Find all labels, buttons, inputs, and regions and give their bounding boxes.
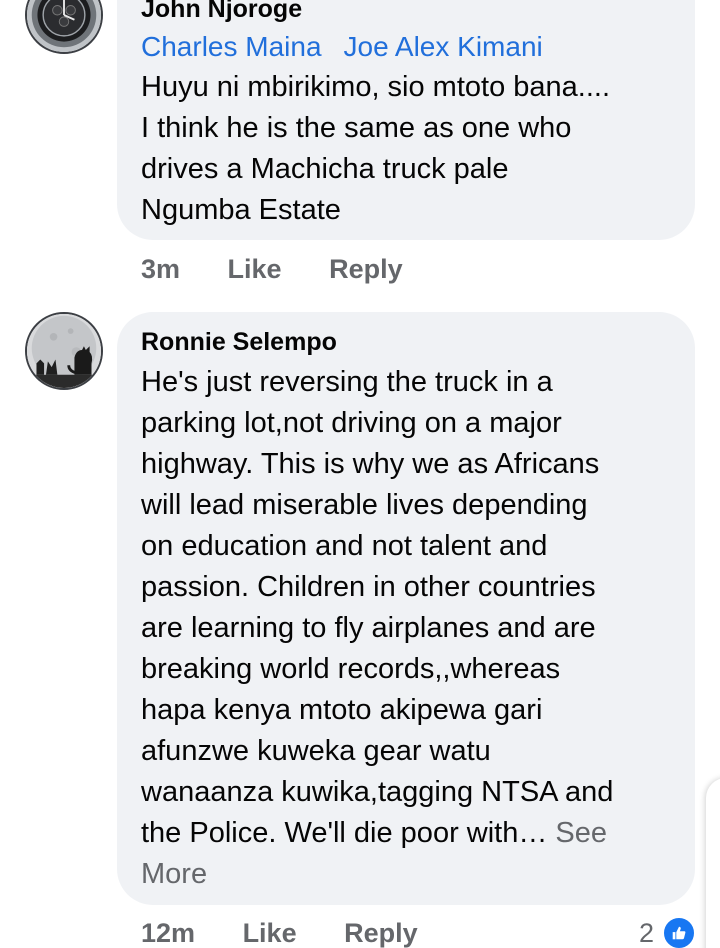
comment-text-line: parking lot,not driving on a major [141, 407, 562, 439]
comment-text-line: He's just reversing the truck in a [141, 366, 553, 398]
comment-timestamp[interactable]: 3m [141, 254, 180, 285]
comment-author[interactable]: John Njoroge [141, 0, 302, 24]
comment-text-line: Ngumba Estate [141, 194, 341, 226]
comment-text-line: will lead miserable lives depending [141, 489, 588, 521]
reaction-summary[interactable]: 2 [639, 916, 696, 948]
comment-text-line: highway. This is why we as Africans [141, 448, 600, 480]
floating-panel-edge [706, 778, 720, 948]
comment-thread: John Njoroge Charles Maina Joe Alex Kiman… [0, 0, 720, 948]
comment-text-line: wanaanza kuwika,tagging NTSA and [141, 776, 614, 808]
comment-text-line-last: the Police. We'll die poor with… See [141, 813, 686, 854]
comment-actions: 12m Like Reply [141, 918, 418, 948]
comment-text-line: afunzwe kuweka gear watu [141, 735, 491, 767]
see-more-link[interactable]: See [555, 817, 607, 849]
like-button[interactable]: Like [243, 918, 297, 948]
comment-text-line: Huyu ni mbirikimo, sio mtoto bana.... [141, 71, 611, 103]
comment-bubble: Ronnie Selempo He's just reversing the t… [117, 312, 695, 905]
see-more-link-continued[interactable]: More [141, 854, 686, 895]
comment-tags-line: Charles Maina Joe Alex Kimani [141, 26, 686, 67]
like-thumb-icon [662, 916, 696, 948]
comment-author[interactable]: Ronnie Selempo [141, 327, 337, 357]
reaction-count: 2 [638, 917, 654, 948]
reply-button[interactable]: Reply [344, 918, 418, 948]
comment-actions: 3m Like Reply [141, 254, 403, 285]
comment-text-line: on education and not talent and [141, 530, 548, 562]
comment-text-line: I think he is the same as one who [141, 112, 572, 144]
comment-bubble: John Njoroge Charles Maina Joe Alex Kiman… [117, 0, 695, 240]
tagged-user[interactable]: Joe Alex Kimani [344, 31, 543, 62]
comment-text-line: are learning to fly airplanes and are [141, 612, 596, 644]
comment-text-truncated: the Police. We'll die poor with… [141, 817, 548, 849]
watch-avatar-icon[interactable] [25, 0, 103, 54]
reply-button[interactable]: Reply [329, 254, 403, 285]
comment-timestamp[interactable]: 12m [141, 918, 195, 948]
comment-text-line: passion. Children in other countries [141, 571, 596, 603]
comment-text-line: breaking world records,,whereas [141, 653, 561, 685]
tagged-user[interactable]: Charles Maina [141, 31, 322, 62]
like-button[interactable]: Like [228, 254, 282, 285]
moon-cat-avatar-icon[interactable] [25, 312, 103, 390]
comment-text-line: drives a Machicha truck pale [141, 153, 509, 185]
comment-text-line: hapa kenya mtoto akipewa gari [141, 694, 543, 726]
